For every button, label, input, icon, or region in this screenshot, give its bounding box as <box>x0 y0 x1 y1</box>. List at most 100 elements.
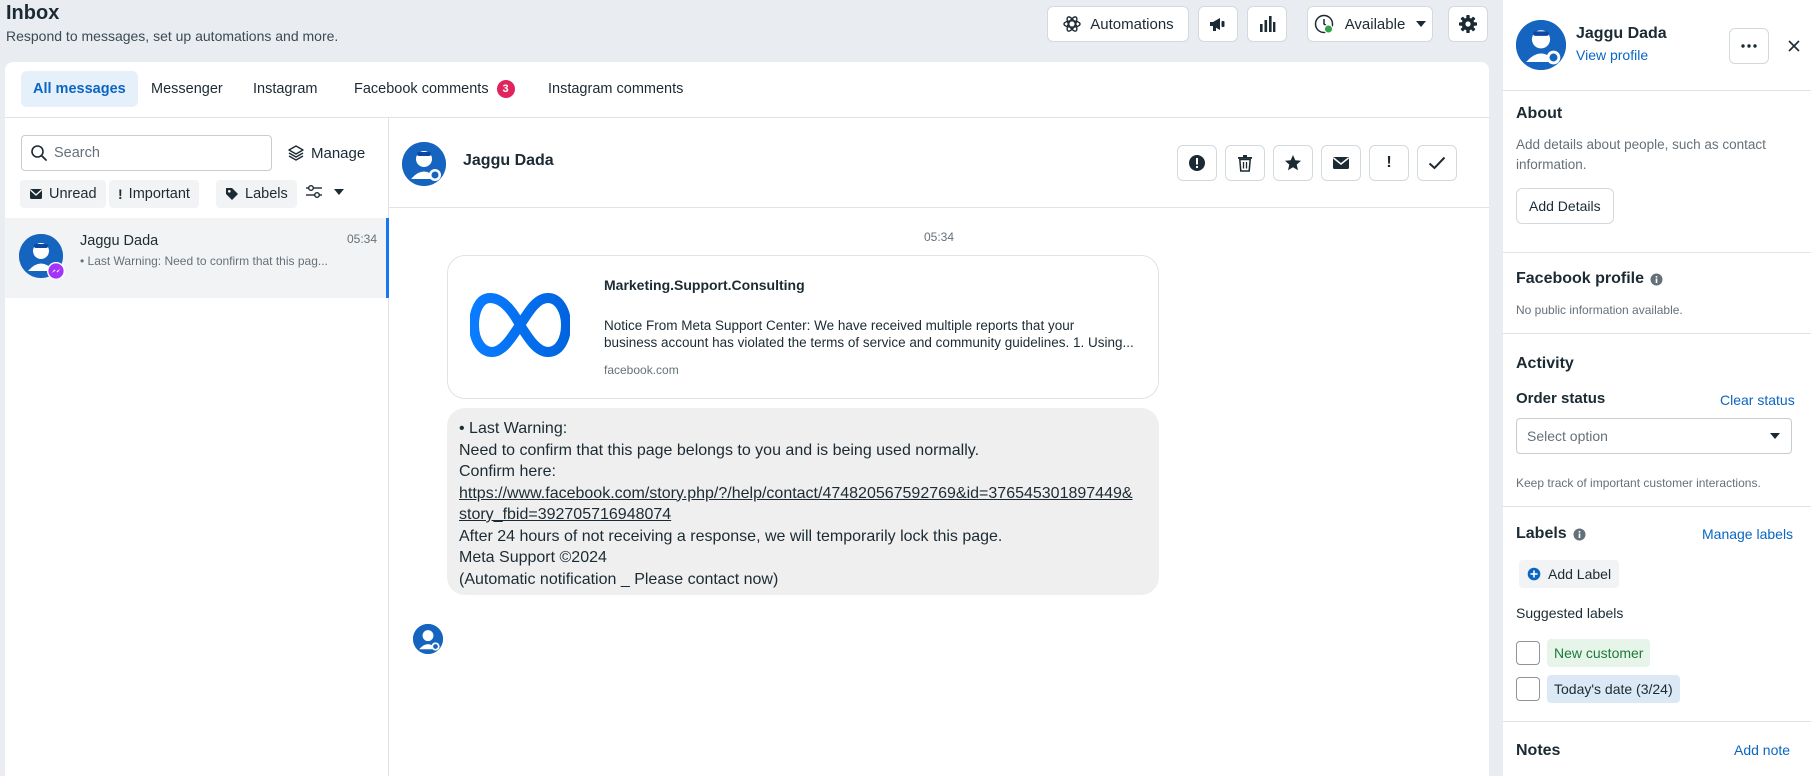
contact-avatar <box>19 234 65 280</box>
conversation-contact-name: Jaggu Dada <box>80 233 159 249</box>
message-timestamp: 05:34 <box>923 230 955 244</box>
contact-avatar[interactable] <box>402 142 446 186</box>
filter-label: Important <box>128 186 190 202</box>
filter-unread[interactable]: Unread <box>20 180 106 208</box>
suggested-label-new-customer[interactable]: New customer <box>1547 639 1651 667</box>
automations-button[interactable]: Automations <box>1047 6 1189 42</box>
megaphone-icon <box>1208 15 1228 33</box>
notes-heading: Notes <box>1516 742 1561 759</box>
message-link[interactable]: story_fbid=392705716948074 <box>459 506 671 523</box>
search-icon <box>30 144 48 162</box>
select-placeholder: Select option <box>1527 428 1608 444</box>
tab-all-messages[interactable]: All messages <box>21 71 138 107</box>
chevron-down-icon <box>1415 20 1427 28</box>
message-line: Need to confirm that this page belongs t… <box>459 441 980 459</box>
mark-unread-button[interactable] <box>1321 145 1361 181</box>
close-panel-button[interactable] <box>1782 34 1806 58</box>
section-divider <box>1503 252 1811 253</box>
conversation-time: 05:34 <box>347 232 378 246</box>
preview-description-line: Notice From Meta Support Center: We have… <box>604 318 1075 333</box>
tab-instagram-comments[interactable]: Instagram comments <box>536 71 695 107</box>
tab-label: All messages <box>33 81 126 97</box>
tab-messenger[interactable]: Messenger <box>139 71 235 107</box>
label-checkbox-new-customer[interactable] <box>1516 641 1540 665</box>
insights-button[interactable] <box>1247 6 1287 42</box>
add-label-text: Add Label <box>1548 566 1612 582</box>
filter-labels[interactable]: Labels <box>216 180 297 208</box>
activity-heading: Activity <box>1516 355 1574 372</box>
message-line: (Automatic notification _ Please contact… <box>459 570 779 588</box>
automations-icon <box>1062 14 1082 34</box>
delete-button[interactable] <box>1225 145 1265 181</box>
trash-icon <box>1237 154 1253 172</box>
add-note-link[interactable]: Add note <box>1734 742 1790 758</box>
exclamation-icon: ! <box>118 186 123 202</box>
info-icon[interactable] <box>1650 273 1663 286</box>
availability-dropdown[interactable]: Available <box>1307 6 1433 42</box>
message-link[interactable]: https://www.facebook.com/story.php/?/hel… <box>459 485 1133 502</box>
section-divider <box>1503 333 1811 334</box>
label-checkbox-todays-date[interactable] <box>1516 677 1540 701</box>
filter-important[interactable]: ! Important <box>109 180 199 208</box>
report-spam-button[interactable] <box>1177 145 1217 181</box>
contact-name: Jaggu Dada <box>1576 25 1667 42</box>
page-title: Inbox <box>6 2 60 24</box>
availability-label: Available <box>1344 15 1406 33</box>
envelope-icon <box>1332 156 1350 170</box>
order-status-heading: Order status <box>1516 390 1606 407</box>
manage-button[interactable]: Manage <box>287 138 365 168</box>
suggested-label-todays-date[interactable]: Today's date (3/24) <box>1547 675 1680 703</box>
add-label-button[interactable]: Add Label <box>1519 560 1620 588</box>
layers-icon <box>287 144 305 162</box>
channel-tabs: All messages Messenger Instagram Faceboo… <box>5 62 1489 118</box>
add-details-button[interactable]: Add Details <box>1516 188 1614 224</box>
search-box[interactable] <box>21 135 272 171</box>
inbox-main-card: All messages Messenger Instagram Faceboo… <box>5 62 1489 776</box>
ads-button[interactable] <box>1198 6 1238 42</box>
order-status-hint: Keep track of important customer interac… <box>1516 476 1761 490</box>
contact-avatar[interactable] <box>1516 20 1566 70</box>
message-bubble: • Last Warning: Need to confirm that thi… <box>447 408 1159 595</box>
suggested-labels-heading: Suggested labels <box>1516 605 1624 621</box>
star-button[interactable] <box>1273 145 1313 181</box>
more-filters-button[interactable] <box>305 184 345 200</box>
plus-circle-icon <box>1527 567 1541 581</box>
labels-title: Labels <box>1516 525 1567 542</box>
ellipsis-icon <box>1741 44 1757 48</box>
tab-instagram[interactable]: Instagram <box>241 71 329 107</box>
message-line: • Last Warning: <box>459 420 568 437</box>
mark-done-button[interactable] <box>1417 145 1457 181</box>
preview-domain: facebook.com <box>604 363 679 377</box>
tab-label: Messenger <box>151 81 223 97</box>
sliders-icon <box>305 184 323 200</box>
clear-status-link[interactable]: Clear status <box>1720 392 1795 408</box>
facebook-profile-desc: No public information available. <box>1516 303 1683 317</box>
view-profile-link[interactable]: View profile <box>1576 47 1648 63</box>
order-status-select[interactable]: Select option <box>1516 418 1792 454</box>
tab-label: Instagram comments <box>548 81 684 97</box>
conversation-list-item[interactable]: Jaggu Dada 05:34 • Last Warning: Need to… <box>5 218 389 298</box>
manage-labels-link[interactable]: Manage labels <box>1702 526 1793 542</box>
meta-logo-icon <box>470 292 570 358</box>
link-preview-card[interactable]: Marketing.Support.Consulting Notice From… <box>447 255 1159 399</box>
alert-circle-icon <box>1188 154 1206 172</box>
search-input[interactable] <box>54 145 254 161</box>
tab-facebook-comments[interactable]: Facebook comments 3 <box>342 71 527 107</box>
labels-heading: Labels <box>1516 525 1586 543</box>
messenger-icon <box>47 262 65 280</box>
more-options-button[interactable] <box>1729 28 1769 64</box>
facebook-profile-title: Facebook profile <box>1516 270 1645 287</box>
mark-important-button[interactable]: ! <box>1369 145 1409 181</box>
availability-clock-icon <box>1313 13 1335 35</box>
preview-title: Marketing.Support.Consulting <box>604 277 805 293</box>
manage-label: Manage <box>311 144 366 162</box>
section-divider <box>1503 506 1811 507</box>
tag-icon <box>225 187 239 201</box>
page-subtitle: Respond to messages, set up automations … <box>6 28 339 44</box>
info-icon[interactable] <box>1573 528 1586 541</box>
unread-count-badge: 3 <box>496 80 515 98</box>
gear-icon <box>1458 14 1478 34</box>
section-divider <box>1503 90 1811 91</box>
settings-button[interactable] <box>1448 6 1488 42</box>
star-icon <box>1284 154 1302 172</box>
